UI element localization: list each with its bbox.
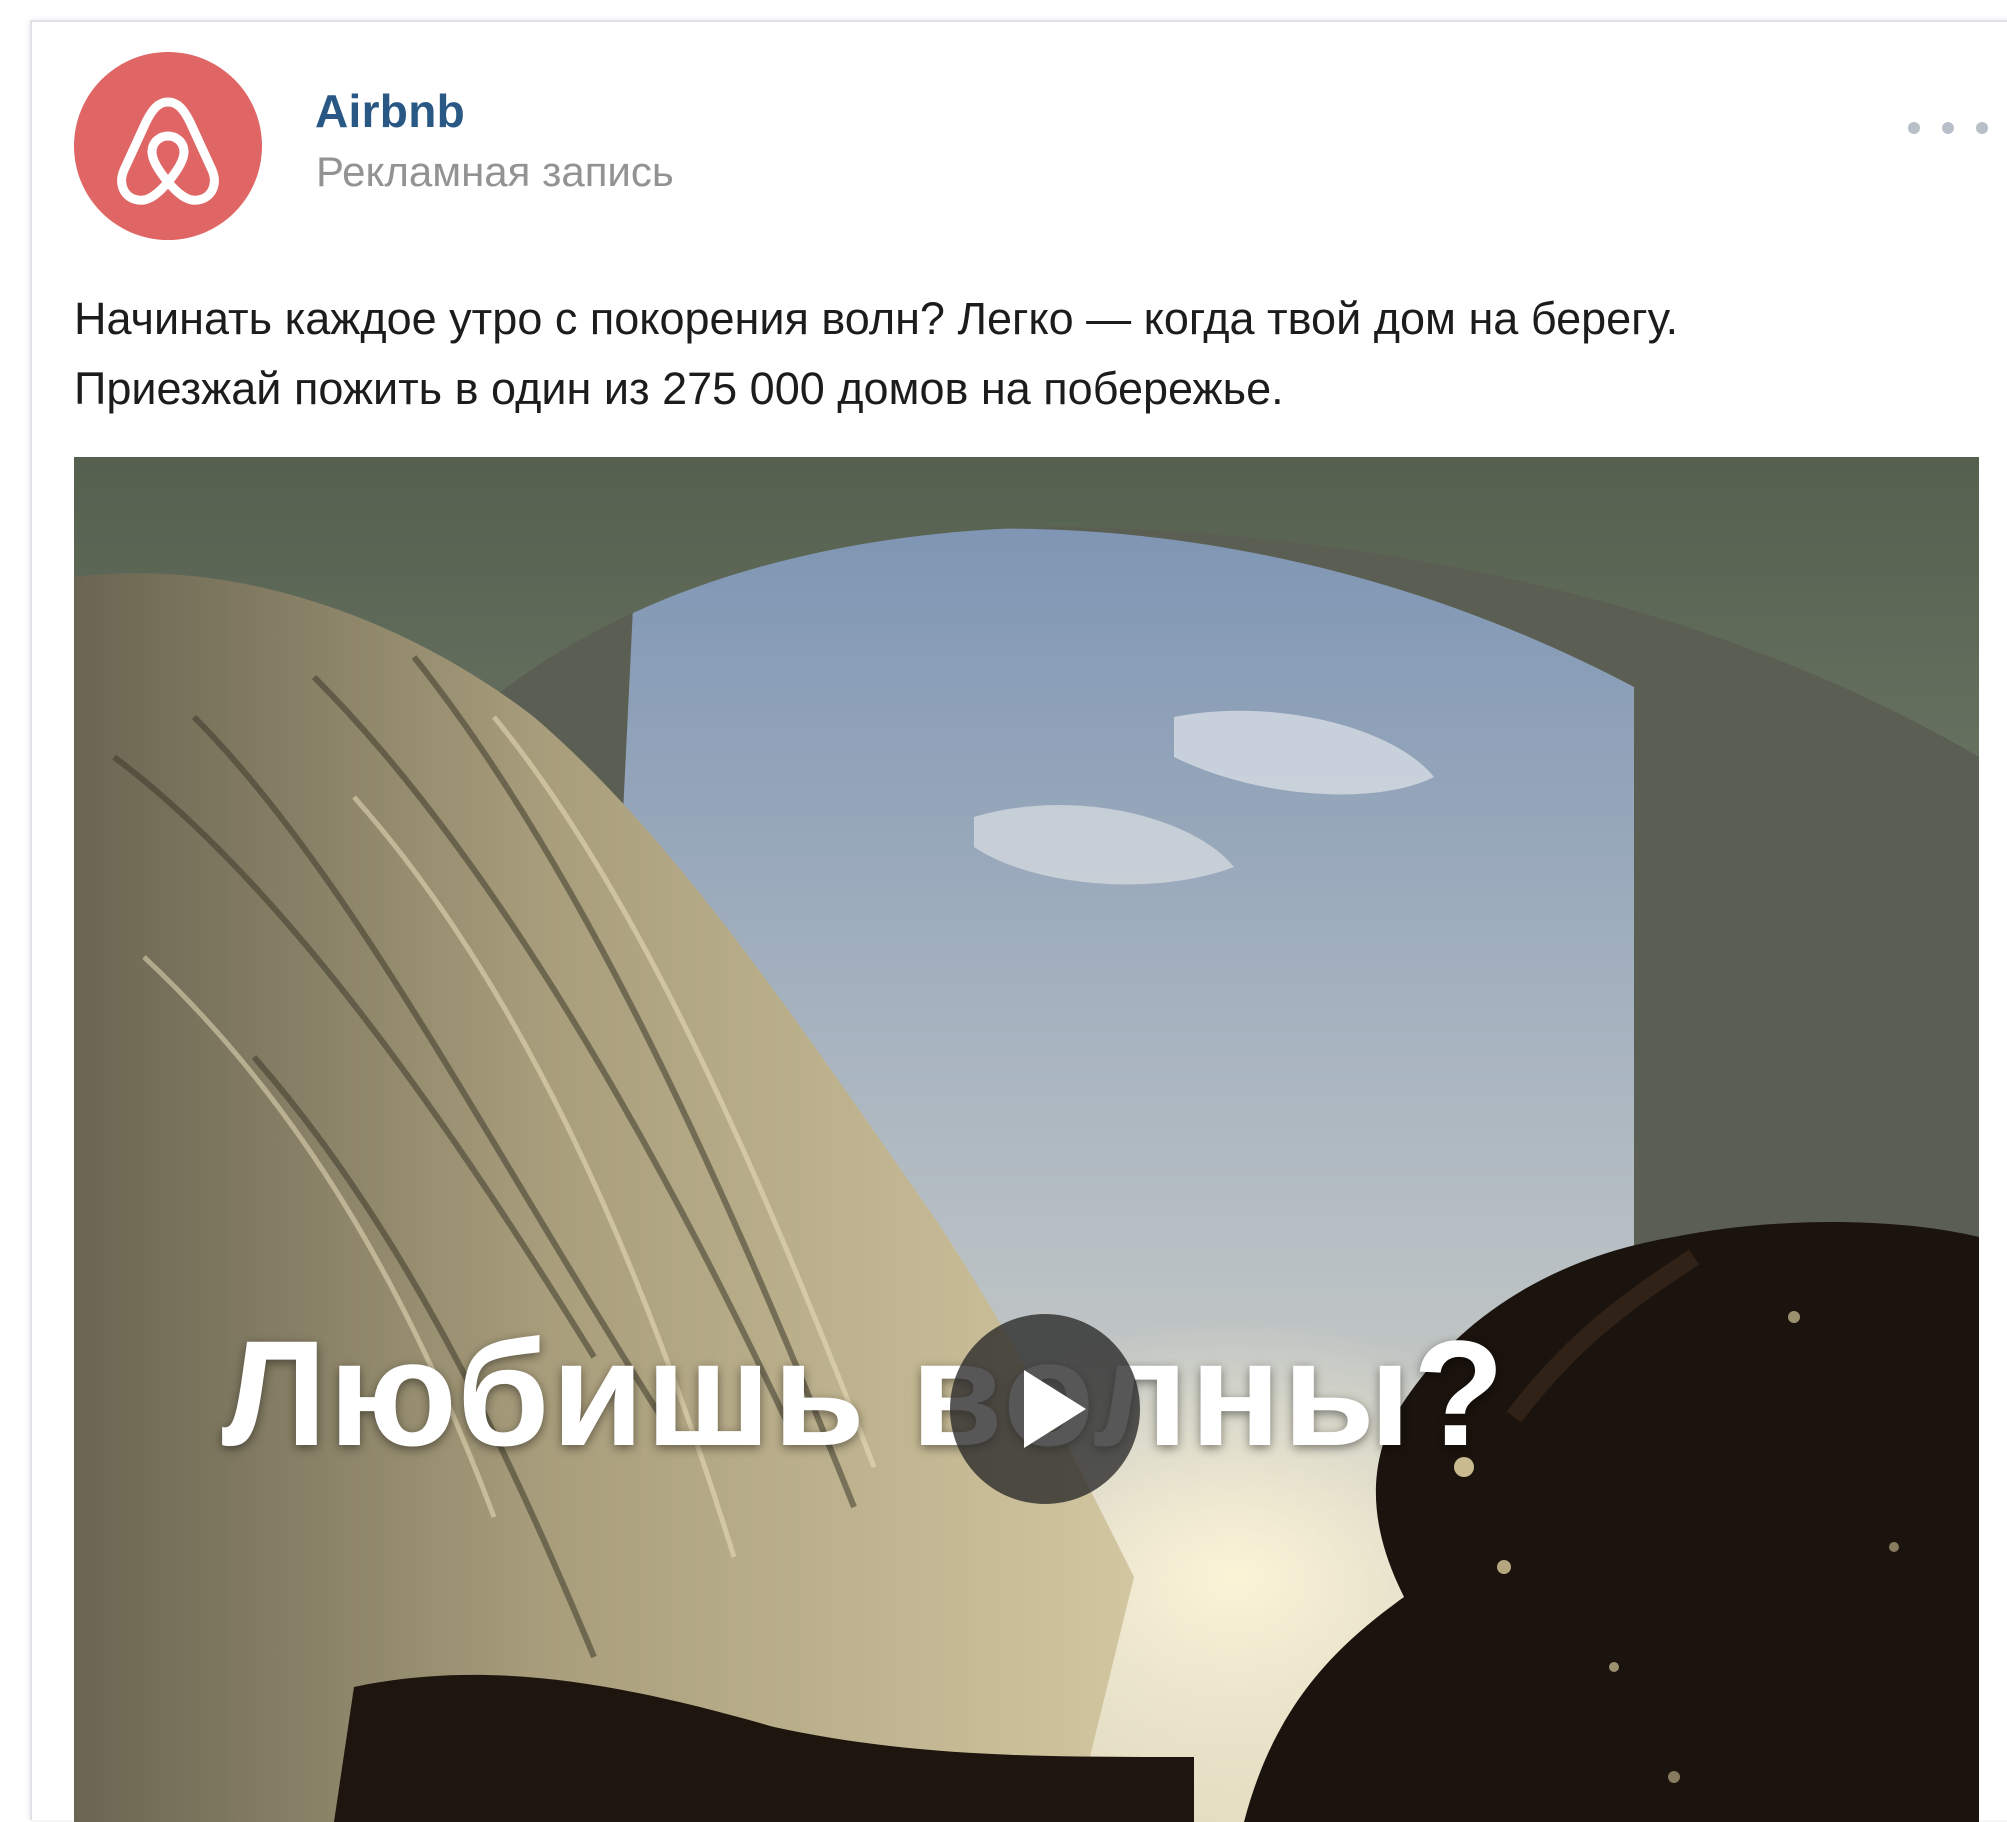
post-text: Начинать каждое утро с покорения волн? Л… [74,284,1994,424]
more-dots-icon [1908,122,1920,134]
airbnb-logo-icon [117,97,219,205]
video-overlay-title: Любишь волны? [221,1309,1507,1477]
post-card: Airbnb Рекламная запись Начинать каждое … [30,20,2007,1822]
wave-image [74,457,1979,1822]
author-name[interactable]: Airbnb [315,84,465,138]
post-text-line: Начинать каждое утро с покорения волн? Л… [74,293,1679,344]
avatar[interactable] [74,52,262,240]
video-preview[interactable]: Любишь волны? [74,457,1979,1822]
sponsored-label: Рекламная запись [316,148,674,195]
more-dots-icon [1942,122,1954,134]
more-dots-icon [1976,122,1988,134]
more-options-button[interactable] [1908,106,1988,150]
post-text-line: Приезжай пожить в один из 275 000 домов … [74,363,1284,414]
play-button[interactable] [950,1314,1140,1504]
play-icon [1024,1370,1086,1448]
